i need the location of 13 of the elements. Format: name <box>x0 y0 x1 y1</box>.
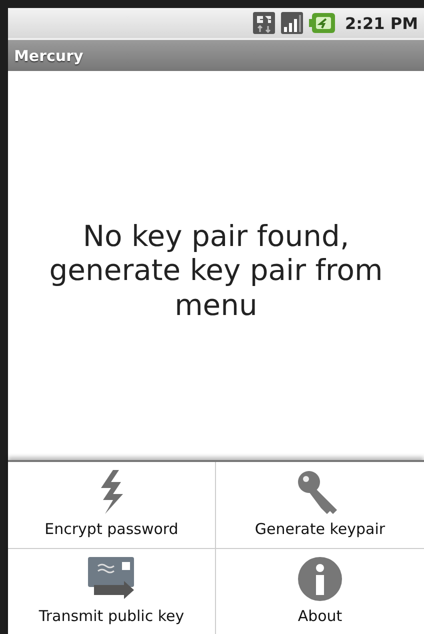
send-card-icon <box>88 557 136 601</box>
info-icon <box>298 557 342 601</box>
menu-item[interactable]: Generate keypair <box>216 462 424 548</box>
3g-icon <box>252 12 275 34</box>
signal-icon <box>280 12 303 34</box>
menu-item[interactable]: Transmit public key <box>8 549 215 634</box>
status-time: 2:21 PM <box>344 14 418 32</box>
app-title: Mercury <box>14 46 84 64</box>
lightning-bolt-icon <box>98 470 124 514</box>
menu-item[interactable]: Encrypt password <box>8 462 215 548</box>
menu-item[interactable]: About <box>216 549 424 634</box>
battery-icon <box>308 13 335 33</box>
empty-message: No key pair found, generate key pair from menu <box>48 219 384 322</box>
